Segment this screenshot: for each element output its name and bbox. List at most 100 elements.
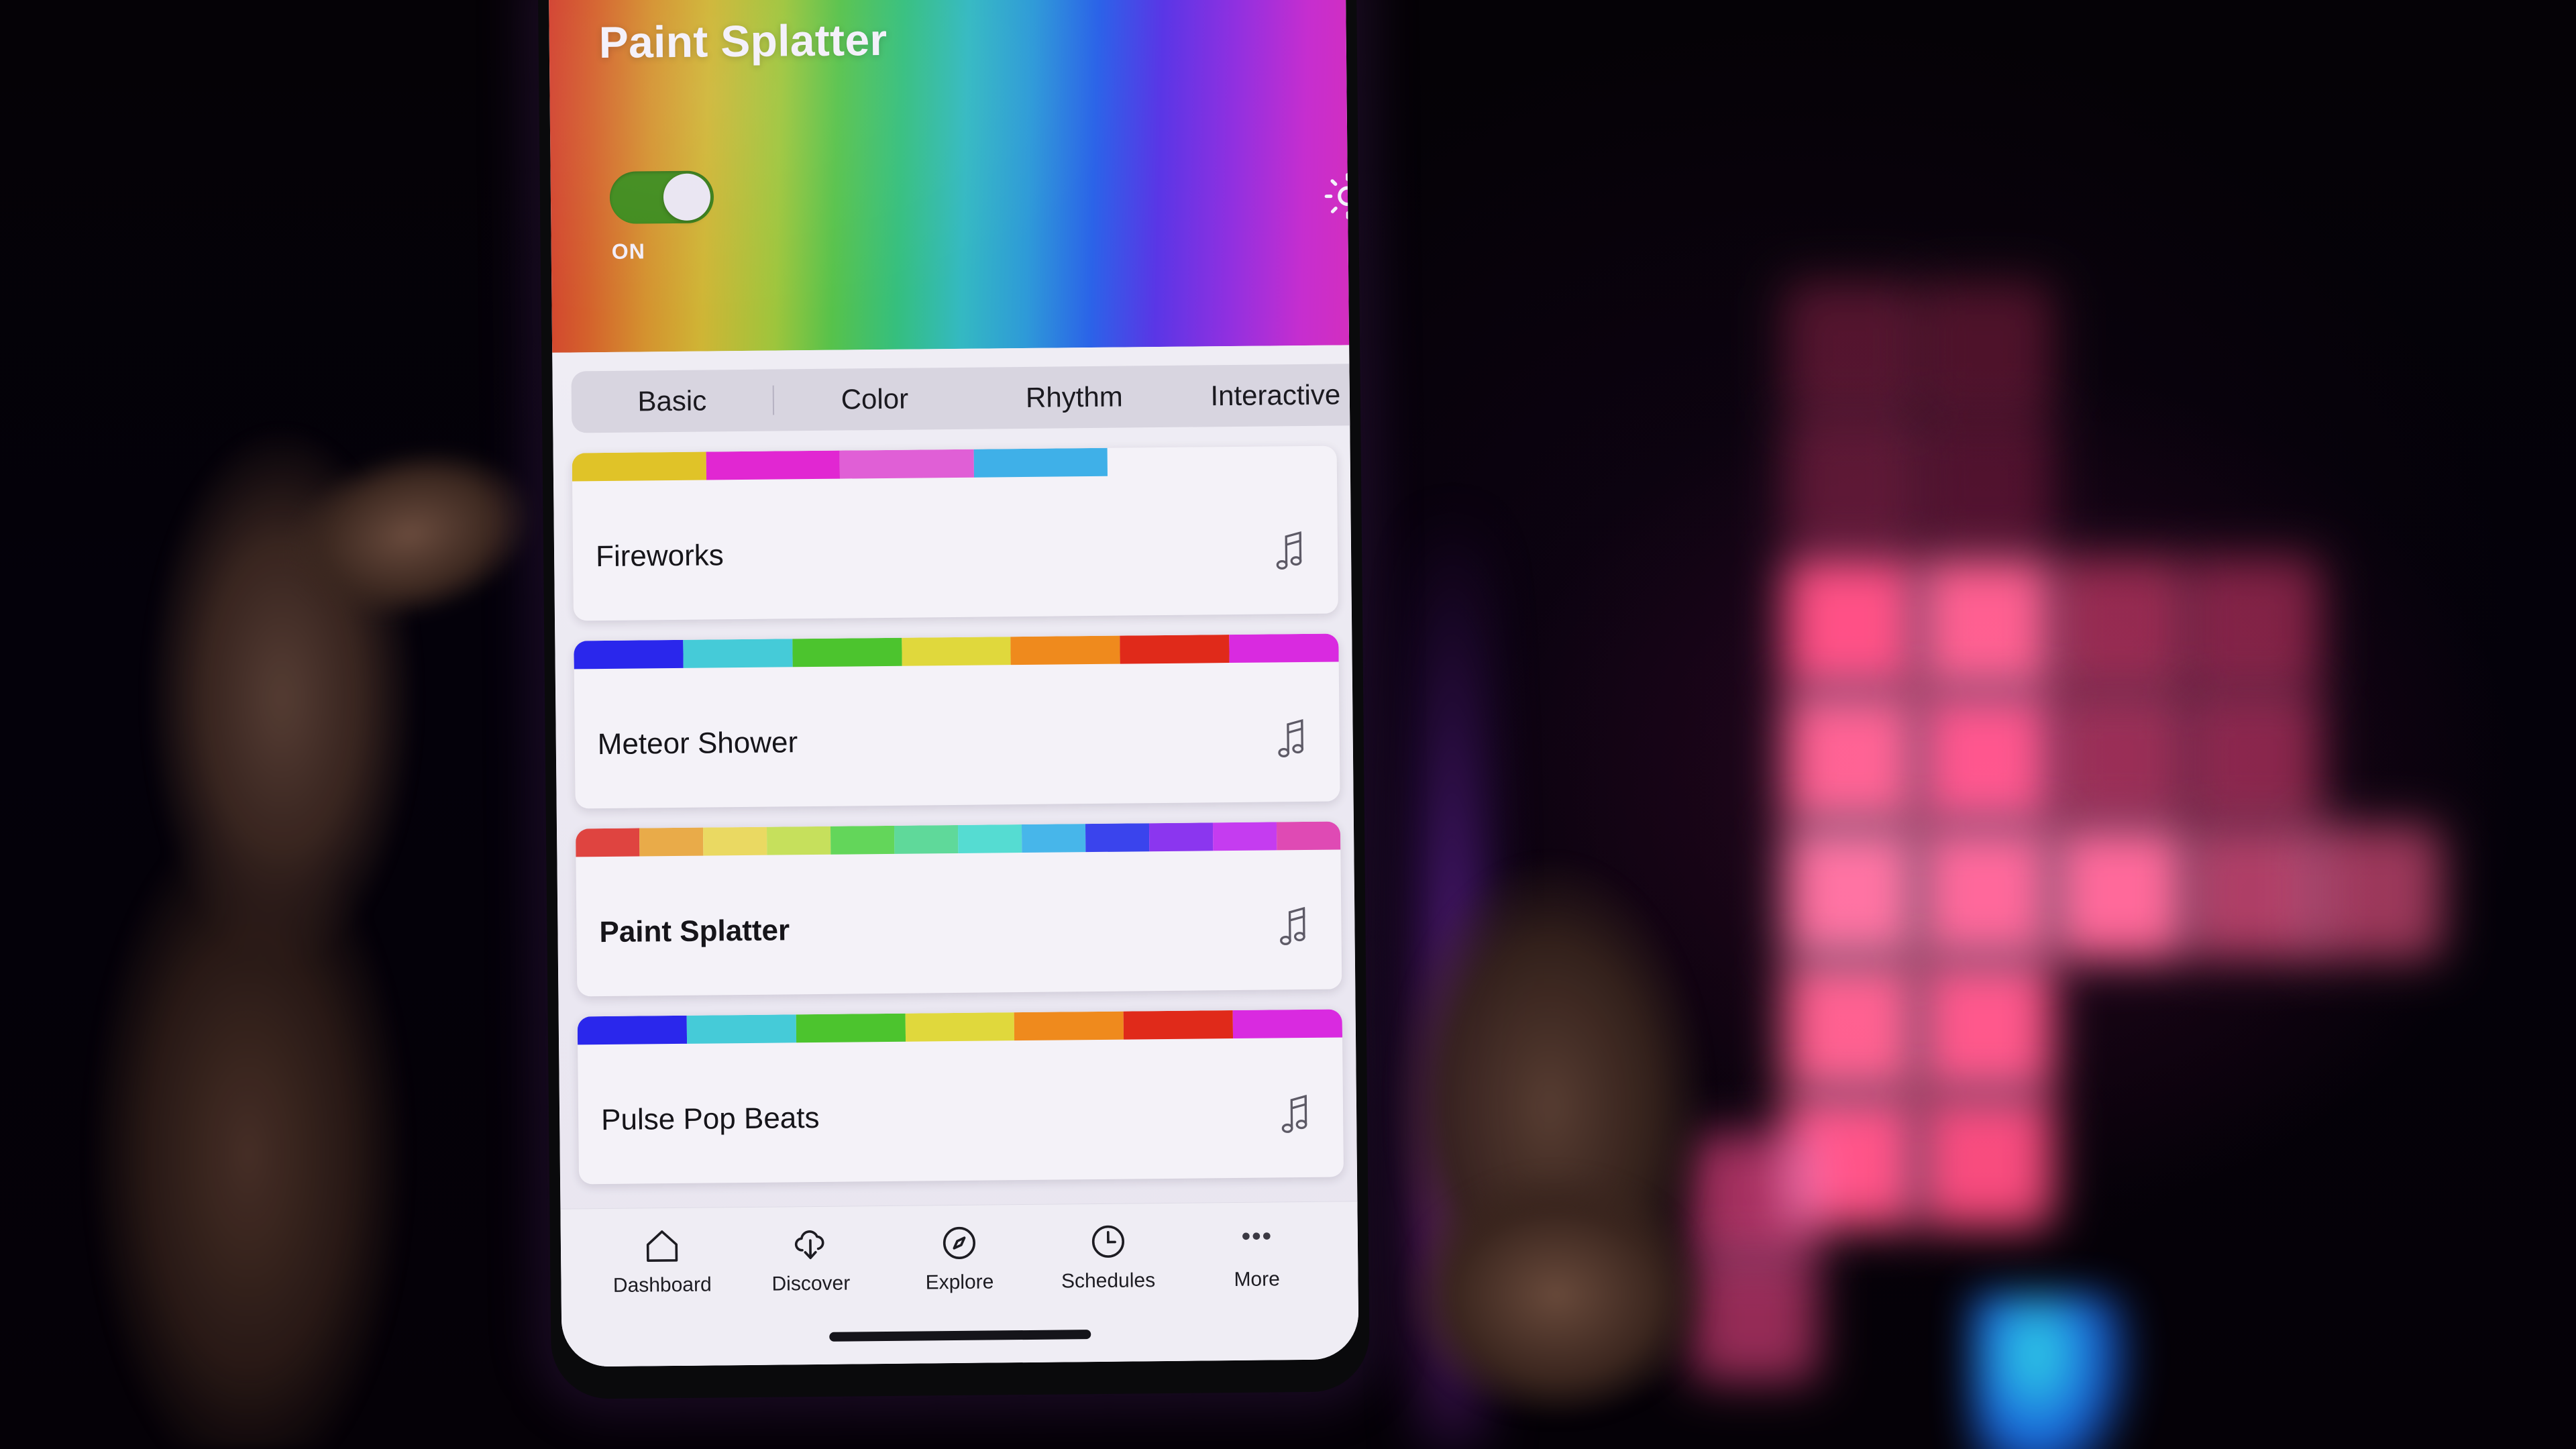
bottom-navigation-bar: Dashboard Discover Explore Schedules Mor… [560, 1201, 1359, 1367]
light-panel [1784, 959, 1919, 1093]
swatch-color [575, 828, 640, 857]
swatch-color [577, 1015, 687, 1045]
swatch-color [572, 451, 706, 482]
scene-color-swatch [575, 821, 1341, 857]
page-title: Paint Splatter [598, 14, 888, 68]
music-note-icon [1272, 716, 1310, 765]
blue-light-glow [1972, 1295, 2133, 1449]
nav-item-dashboard[interactable]: Dashboard [588, 1224, 737, 1297]
nav-label-explore: Explore [925, 1271, 994, 1294]
swatch-color [1021, 824, 1086, 853]
scene-color-swatch [577, 1009, 1343, 1045]
swatch-color [905, 1012, 1015, 1042]
nav-item-discover[interactable]: Discover [736, 1222, 885, 1296]
swatch-color [706, 450, 841, 480]
music-note-icon [1274, 904, 1312, 953]
light-panel [1784, 691, 1919, 825]
power-state-label: ON [611, 239, 646, 264]
tab-rhythm-label: Rhythm [1025, 380, 1123, 413]
swatch-color [1148, 822, 1214, 852]
scene-name: Fireworks [595, 539, 724, 574]
nav-label-schedules: Schedules [1061, 1269, 1156, 1293]
light-panel [1919, 416, 2053, 550]
light-panel [1784, 825, 1919, 959]
swatch-color [1085, 823, 1150, 853]
music-note-icon [1271, 528, 1309, 577]
nav-label-discover: Discover [771, 1272, 851, 1295]
light-panel [1919, 825, 2053, 959]
tab-basic[interactable]: Basic [571, 370, 773, 433]
scene-name-selected: Paint Splatter [599, 914, 790, 949]
compass-icon [938, 1222, 981, 1265]
swatch-color [973, 447, 1108, 478]
light-panel [1784, 416, 1919, 550]
light-panel [1919, 557, 2053, 691]
nav-item-schedules[interactable]: Schedules [1033, 1220, 1183, 1293]
light-panel [2187, 691, 2321, 825]
swatch-color [1010, 635, 1120, 665]
nav-label-dashboard: Dashboard [612, 1273, 712, 1297]
scene-card-list: Fireworks Meteor Shower Paint Splatter P… [572, 445, 1344, 1205]
photo-scene: Paint Splatter ON Basic Color Rhythm Int… [0, 0, 2576, 1449]
swatch-color [1229, 633, 1339, 663]
swatch-color [796, 1013, 906, 1043]
light-panel [2053, 557, 2187, 691]
tab-rhythm[interactable]: Rhythm [975, 366, 1173, 429]
home-indicator[interactable] [829, 1330, 1091, 1342]
scene-card-fireworks[interactable]: Fireworks [572, 445, 1338, 621]
tab-color-label: Color [841, 382, 909, 415]
scene-list-panel: Basic Color Rhythm Interactive Fireworks… [552, 345, 1359, 1367]
swatch-color [792, 637, 902, 667]
scene-name: Meteor Shower [597, 726, 798, 761]
scene-card-paint-splatter[interactable]: Paint Splatter [575, 821, 1342, 997]
right-hand-fingers [1368, 1140, 1744, 1449]
effect-category-tabs: Basic Color Rhythm Interactive [571, 363, 1359, 433]
swatch-color [1120, 635, 1230, 664]
light-panel [1919, 282, 2053, 416]
light-panel [2053, 825, 2187, 959]
home-icon [640, 1224, 684, 1268]
swatch-color [839, 449, 974, 479]
cloud-download-icon [789, 1223, 833, 1267]
swatch-color [957, 824, 1022, 853]
scene-card-meteor-shower[interactable]: Meteor Shower [574, 633, 1340, 809]
swatch-color [766, 826, 831, 855]
swatch-color [639, 827, 704, 857]
light-panel [1919, 959, 2053, 1093]
scene-color-swatch [572, 447, 1108, 482]
swatch-color [1212, 822, 1277, 851]
tab-color[interactable]: Color [773, 368, 975, 431]
swatch-color [702, 826, 767, 856]
nav-label-more: More [1234, 1268, 1280, 1291]
tab-interactive-label: Interactive [1210, 378, 1341, 412]
tab-interactive[interactable]: Interactive [1173, 364, 1358, 427]
light-panel [2308, 825, 2442, 959]
scene-header: Paint Splatter ON [548, 0, 1359, 353]
nav-item-explore[interactable]: Explore [885, 1221, 1034, 1295]
scene-color-swatch [574, 633, 1339, 669]
scene-card-pulse-pop-beats[interactable]: Pulse Pop Beats [577, 1009, 1344, 1185]
smartphone: Paint Splatter ON Basic Color Rhythm Int… [537, 0, 1371, 1399]
light-panel [1919, 1093, 2053, 1228]
scene-name: Pulse Pop Beats [600, 1101, 820, 1137]
music-note-icon [1276, 1091, 1314, 1140]
phone-screen: Paint Splatter ON Basic Color Rhythm Int… [548, 0, 1359, 1367]
swatch-color [1232, 1009, 1343, 1039]
swatch-color [686, 1014, 796, 1044]
light-panel [1784, 282, 1919, 416]
light-panel [1919, 691, 2053, 825]
swatch-color [1276, 821, 1341, 851]
light-panel [1784, 557, 1919, 691]
nav-item-more[interactable]: More [1182, 1218, 1332, 1292]
light-panel [2187, 557, 2321, 691]
swatch-color [830, 825, 895, 855]
light-panel [2187, 825, 2321, 959]
swatch-color [574, 639, 684, 669]
swatch-color [1014, 1011, 1124, 1041]
brightness-sun-icon [1324, 172, 1359, 221]
power-toggle[interactable] [609, 170, 714, 224]
swatch-color [683, 639, 793, 668]
swatch-color [901, 637, 1012, 666]
swatch-color [1123, 1010, 1234, 1040]
tab-basic-label: Basic [637, 384, 707, 417]
